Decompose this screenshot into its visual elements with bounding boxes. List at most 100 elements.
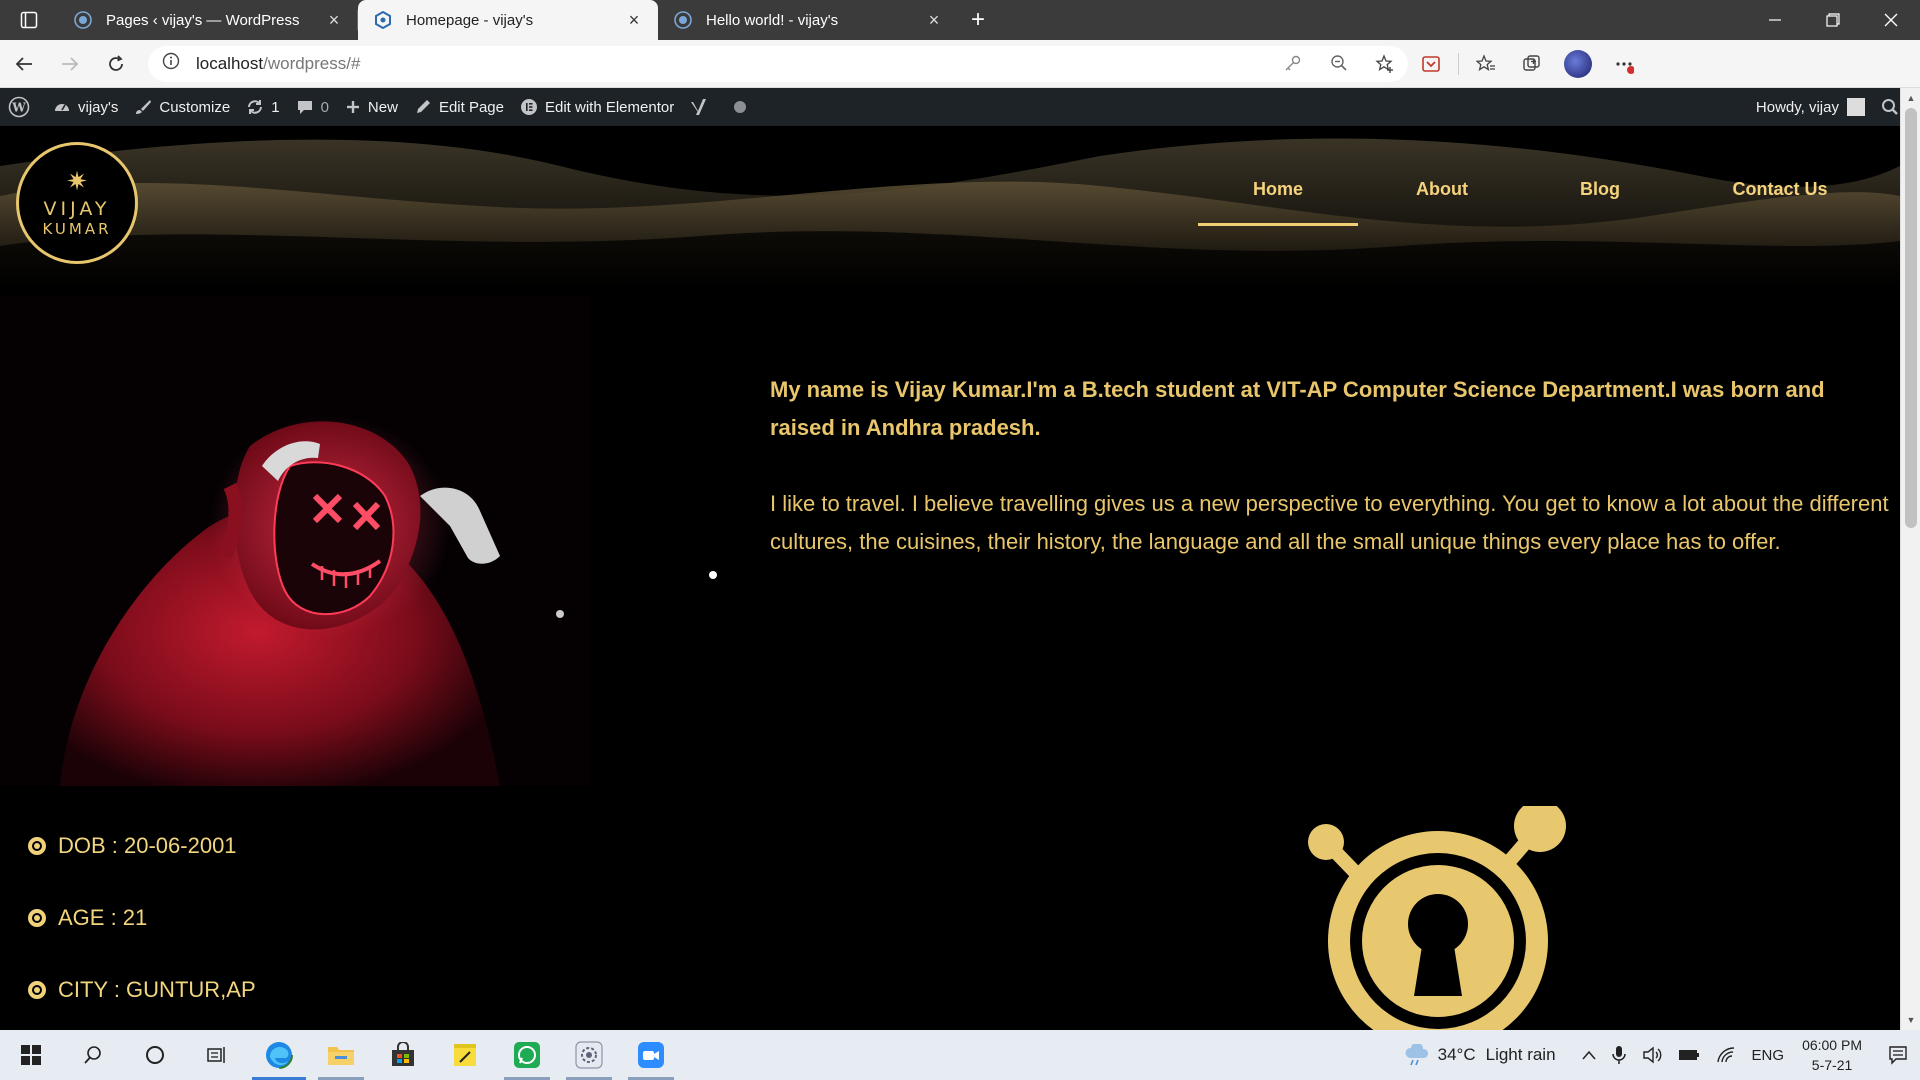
task-view-icon <box>207 1047 225 1063</box>
wp-updates-link[interactable]: 1 <box>238 88 287 126</box>
wifi-tray-button[interactable] <box>1716 1047 1736 1063</box>
action-center-button[interactable] <box>1876 1045 1920 1065</box>
nav-item-blog[interactable]: Blog <box>1550 174 1650 226</box>
taskbar-sticky-notes[interactable] <box>434 1030 496 1080</box>
store-bag-icon <box>392 1042 414 1066</box>
logo-text-line1: VIJAY <box>43 198 111 220</box>
address-bar[interactable]: localhost/wordpress/# <box>148 45 1408 82</box>
edge-browser-icon <box>265 1041 293 1069</box>
notification-icon <box>1889 1046 1907 1065</box>
list-item: AGE : 21 <box>28 900 256 936</box>
elementor-icon <box>520 99 537 115</box>
weather-temp: 34°C <box>1437 1045 1476 1064</box>
hooded-figure-image <box>0 296 590 786</box>
zoom-camera-icon <box>638 1042 664 1068</box>
scroll-down-arrow-icon[interactable]: ▼ <box>1901 1012 1920 1028</box>
tab-close-icon[interactable]: × <box>924 10 944 30</box>
wp-edit-page-label: Edit Page <box>438 98 504 116</box>
sun-icon: ✷ <box>66 166 88 196</box>
yoast-icon <box>691 99 707 115</box>
taskbar-whatsapp[interactable] <box>496 1030 558 1080</box>
key-icon[interactable] <box>1270 54 1316 74</box>
task-view-button[interactable] <box>186 1030 248 1080</box>
nav-item-contact-us[interactable]: Contact Us <box>1710 174 1850 226</box>
tab-title: Homepage - vijay's <box>406 11 534 29</box>
site-info-icon[interactable] <box>162 52 180 75</box>
refresh-button[interactable] <box>94 44 138 84</box>
wp-customize-link[interactable]: Customize <box>126 88 238 126</box>
back-arrow-icon <box>15 56 32 71</box>
wp-account-menu[interactable]: Howdy, vijay <box>1748 88 1873 126</box>
taskbar-edge[interactable] <box>248 1030 310 1080</box>
start-button[interactable] <box>0 1030 62 1080</box>
taskbar-app[interactable] <box>558 1030 620 1080</box>
page-content: ✷ VIJAY KUMAR Home About Blog Contact Us <box>0 126 1900 1030</box>
input-language[interactable]: ENG <box>1752 1047 1785 1064</box>
site-logo[interactable]: ✷ VIJAY KUMAR <box>16 142 138 264</box>
list-item: CITY : GUNTUR,AP <box>28 972 256 1008</box>
cortana-button[interactable] <box>124 1030 186 1080</box>
language-label: ENG <box>1751 1046 1785 1064</box>
weather-widget[interactable]: 34°C Light rain <box>1404 1044 1556 1066</box>
taskbar-clock[interactable]: 06:00 PM 5-7-21 <box>1802 1035 1862 1075</box>
wp-new-menu[interactable]: New <box>337 88 406 126</box>
battery-tray-button[interactable] <box>1678 1048 1700 1062</box>
sticky-notes-icon <box>454 1044 476 1066</box>
settings-menu-button[interactable] <box>1601 44 1647 84</box>
comment-icon <box>297 101 312 114</box>
wp-elementor-link[interactable]: Edit with Elementor <box>512 88 682 126</box>
taskbar-store[interactable] <box>372 1030 434 1080</box>
browser-tab[interactable]: Pages ‹ vijay's — WordPress × <box>58 0 358 40</box>
wp-comments-link[interactable]: 0 <box>288 88 337 126</box>
about-section: My name is Vijay Kumar.I'm a B.tech stud… <box>770 371 1890 561</box>
search-icon <box>1882 99 1898 115</box>
add-favorite-icon[interactable] <box>1362 53 1408 74</box>
new-tab-button[interactable]: + <box>958 0 998 40</box>
nav-item-home[interactable]: Home <box>1198 174 1358 226</box>
wordpress-icon: W <box>8 96 30 118</box>
pocket-extension-icon[interactable] <box>1408 44 1454 84</box>
wp-edit-page-link[interactable]: Edit Page <box>406 88 512 126</box>
speaker-icon <box>1642 1046 1661 1064</box>
tab-actions-button[interactable] <box>0 0 58 40</box>
about-travel-text: I like to travel. I believe travelling g… <box>770 491 1889 554</box>
scrollbar-thumb[interactable] <box>1905 108 1917 528</box>
taskbar-file-explorer[interactable] <box>310 1030 372 1080</box>
collections-icon[interactable] <box>1509 44 1555 84</box>
site-header: ✷ VIJAY KUMAR Home About Blog Contact Us <box>0 126 1900 291</box>
wp-site-menu[interactable]: vijay's <box>45 88 126 126</box>
restore-button[interactable] <box>1804 0 1862 40</box>
browser-tab-active[interactable]: Homepage - vijay's × <box>358 0 658 40</box>
search-icon <box>84 1046 101 1064</box>
wp-logo-menu[interactable]: W <box>0 88 45 126</box>
close-window-button[interactable] <box>1862 0 1920 40</box>
show-hidden-icons-button[interactable] <box>1581 1050 1596 1060</box>
status-dot-icon <box>734 101 747 113</box>
volume-tray-button[interactable] <box>1642 1046 1662 1064</box>
browser-tab[interactable]: Hello world! - vijay's × <box>658 0 958 40</box>
tab-close-icon[interactable]: × <box>324 10 344 30</box>
microphone-tray-button[interactable] <box>1611 1045 1626 1065</box>
back-button[interactable] <box>2 44 46 84</box>
profile-avatar[interactable] <box>1555 44 1601 84</box>
list-item: DOB : 20-06-2001 <box>28 828 256 864</box>
minimize-button[interactable] <box>1746 0 1804 40</box>
updates-icon <box>248 100 263 114</box>
tab-close-icon[interactable]: × <box>624 10 644 30</box>
taskbar-search-button[interactable] <box>62 1030 124 1080</box>
chevron-up-icon <box>1581 1050 1596 1060</box>
wp-new-label: New <box>367 98 398 116</box>
refresh-icon <box>109 54 123 71</box>
fact-city: CITY : GUNTUR,AP <box>58 977 256 1002</box>
wp-seo-status[interactable] <box>725 88 762 126</box>
wp-yoast-menu[interactable] <box>682 88 725 126</box>
rain-cloud-icon <box>1405 1044 1428 1066</box>
forward-button[interactable] <box>48 44 92 84</box>
taskbar-zoom[interactable] <box>620 1030 682 1080</box>
scroll-up-arrow-icon[interactable]: ▲ <box>1901 90 1920 106</box>
page-scrollbar[interactable]: ▲ ▼ <box>1900 88 1920 1030</box>
zoom-out-icon[interactable] <box>1316 54 1362 74</box>
nav-item-about[interactable]: About <box>1382 174 1502 226</box>
favorites-icon[interactable] <box>1463 44 1509 84</box>
decorative-dot <box>709 571 717 579</box>
